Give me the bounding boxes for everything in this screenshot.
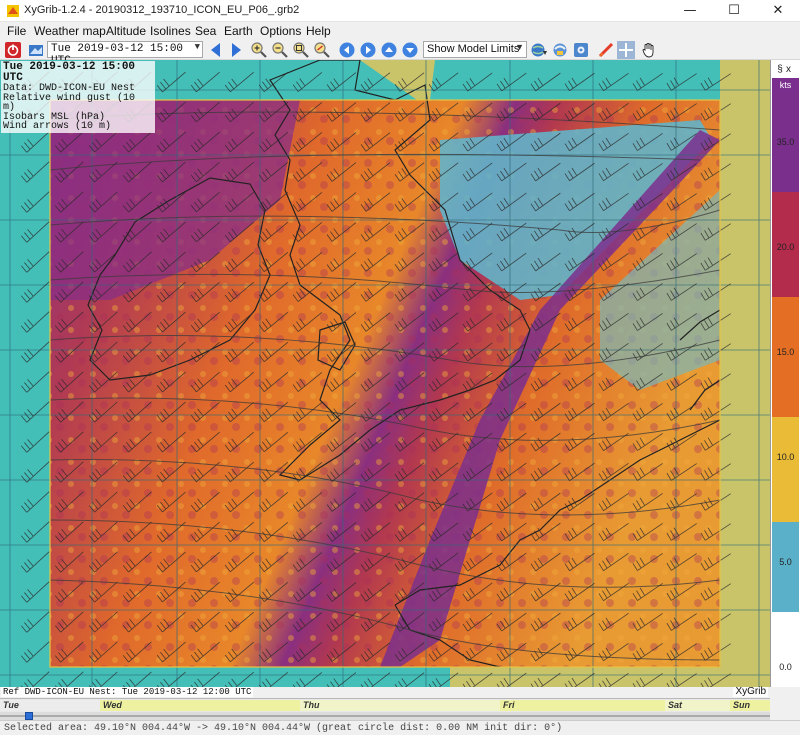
nav-right-icon[interactable] xyxy=(359,41,377,59)
map-info-box: Tue 2019-03-12 15:00 UTC Data: DWD-ICON-… xyxy=(1,61,155,133)
info-layer: Relative wind gust (10 m) xyxy=(3,92,136,113)
day-fri[interactable]: Fri xyxy=(500,700,665,711)
menu-file[interactable]: File xyxy=(7,24,26,38)
land-outside-model xyxy=(450,667,720,687)
globe-download-icon[interactable] xyxy=(530,41,548,59)
scale-units: kts xyxy=(772,78,799,92)
time-slider[interactable] xyxy=(0,712,770,720)
scale-label-0: 0.0 xyxy=(779,662,792,672)
zoom-out-icon[interactable] xyxy=(271,41,289,59)
status-bar: Selected area: 49.10°N 004.44°W -> 49.10… xyxy=(0,720,800,735)
scale-band-10 xyxy=(772,417,799,522)
zoom-fit-icon[interactable] xyxy=(292,41,310,59)
minimize-button[interactable]: — xyxy=(668,0,712,22)
window-title: XyGrib-1.2.4 - 20190312_193710_ICON_EU_P… xyxy=(24,4,300,16)
scale-label-10: 10.0 xyxy=(776,452,795,462)
map-canvas[interactable] xyxy=(0,60,770,687)
land-outside-model xyxy=(720,60,770,687)
day-wed[interactable]: Wed xyxy=(100,700,300,711)
time-slider-handle[interactable] xyxy=(25,712,33,720)
timeline[interactable]: Tue Wed Thu Fri Sat Sun xyxy=(0,698,770,720)
crosshair-icon[interactable] xyxy=(617,41,635,59)
menu-altitude[interactable]: Altitude xyxy=(106,24,146,38)
zoom-area-icon[interactable] xyxy=(313,41,331,59)
reference-label: Ref DWD-ICON-EU Nest: Tue 2019-03-12 12:… xyxy=(1,687,254,697)
scale-close-button[interactable]: x xyxy=(786,64,791,75)
day-strip: Tue Wed Thu Fri Sat Sun xyxy=(0,700,770,711)
scale-label-5: 5.0 xyxy=(779,557,792,567)
xygrib-window: XyGrib-1.2.4 - 20190312_193710_ICON_EU_P… xyxy=(0,0,800,735)
status-message: Selected area: 49.10°N 004.44°W -> 49.10… xyxy=(4,723,563,734)
menu-bar: File Weather map Altitude Isolines Sea E… xyxy=(0,22,800,40)
scale-toggle-icon[interactable]: § xyxy=(773,64,787,75)
nav-up-icon[interactable] xyxy=(380,41,398,59)
app-icon xyxy=(7,5,19,17)
meteotable-icon[interactable] xyxy=(551,41,569,59)
nav-left-icon[interactable] xyxy=(338,41,356,59)
date-select[interactable]: Tue 2019-03-12 15:00 UTC ▼ xyxy=(47,41,203,67)
hand-icon[interactable] xyxy=(640,41,658,59)
scale-band-15 xyxy=(772,297,799,417)
menu-weather-map[interactable]: Weather map xyxy=(34,24,106,38)
zoom-in-icon[interactable] xyxy=(250,41,268,59)
menu-options[interactable]: Options xyxy=(260,24,301,38)
open-file-icon[interactable] xyxy=(27,41,45,59)
info-date: Tue 2019-03-12 15:00 UTC xyxy=(3,61,136,84)
weather-map[interactable] xyxy=(0,60,770,687)
chevron-down-icon: ▼ xyxy=(515,42,524,52)
model-limits-select[interactable]: Show Model Limits ▼ xyxy=(423,41,527,58)
menu-help[interactable]: Help xyxy=(306,24,331,38)
settings-icon[interactable] xyxy=(572,41,590,59)
day-sun[interactable]: Sun xyxy=(730,700,770,711)
scale-label-35: 35.0 xyxy=(776,137,795,147)
info-wind-arrows: Wind arrows (10 m) xyxy=(3,121,112,132)
rocket-icon[interactable] xyxy=(597,41,615,59)
maximize-button[interactable]: ☐ xyxy=(712,0,756,22)
menu-sea[interactable]: Sea xyxy=(195,24,216,38)
color-scale: § x kts 35.0 20.0 15.0 10.0 5.0 0.0 xyxy=(770,60,800,687)
brand-label: XyGrib xyxy=(733,686,768,697)
scale-band-5 xyxy=(772,522,799,612)
prev-arrow-icon[interactable] xyxy=(207,41,225,59)
reference-bar: Ref DWD-ICON-EU Nest: Tue 2019-03-12 12:… xyxy=(0,687,770,698)
day-thu[interactable]: Thu xyxy=(300,700,500,711)
menu-isolines[interactable]: Isolines xyxy=(150,24,191,38)
chevron-down-icon: ▼ xyxy=(194,42,200,52)
nav-down-icon[interactable] xyxy=(401,41,419,59)
menu-earth[interactable]: Earth xyxy=(224,24,253,38)
scale-label-20: 20.0 xyxy=(776,242,795,252)
next-arrow-icon[interactable] xyxy=(227,41,245,59)
time-slider-track xyxy=(0,715,770,717)
model-limits-value: Show Model Limits xyxy=(427,43,520,55)
day-tue[interactable]: Tue xyxy=(0,700,100,711)
close-button[interactable]: ✕ xyxy=(756,0,800,22)
scale-band-0 xyxy=(772,612,799,687)
day-sat[interactable]: Sat xyxy=(665,700,730,711)
toolbar: Tue 2019-03-12 15:00 UTC ▼ xyxy=(0,40,800,67)
power-icon[interactable] xyxy=(4,41,22,59)
title-bar: XyGrib-1.2.4 - 20190312_193710_ICON_EU_P… xyxy=(0,0,800,22)
scale-label-15: 15.0 xyxy=(776,347,795,357)
